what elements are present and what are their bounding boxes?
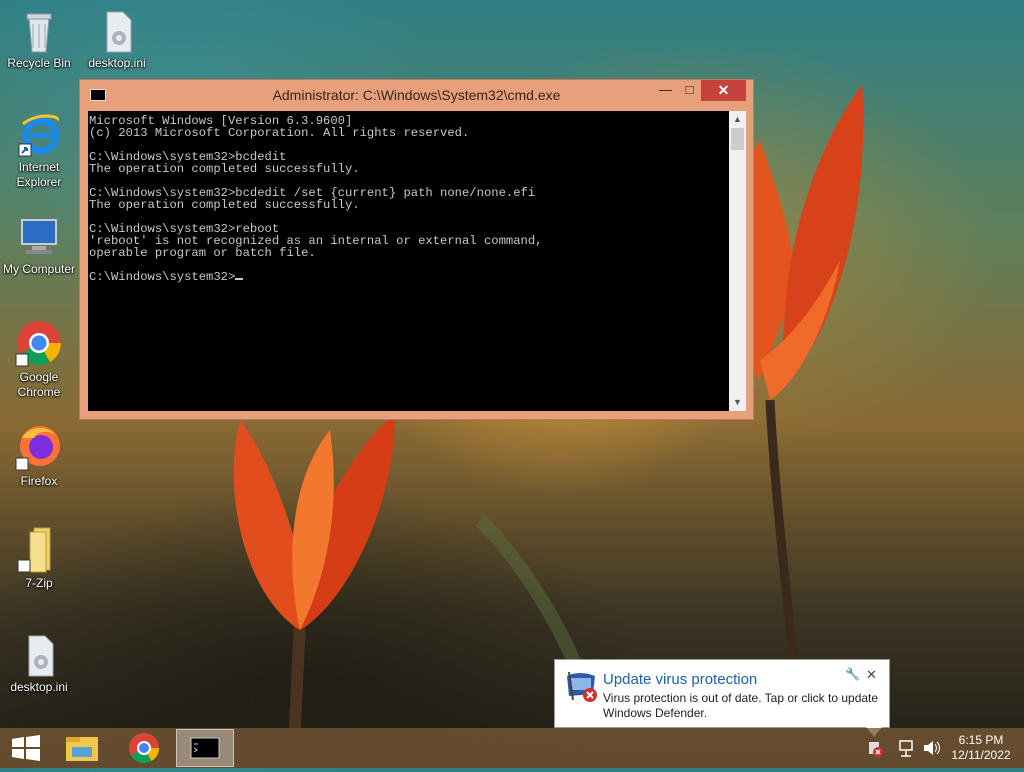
recycle-bin-icon xyxy=(26,13,52,53)
desktop-icon-google-chrome[interactable]: Google Chrome xyxy=(0,318,78,400)
vertical-scrollbar[interactable]: ▲ ▼ xyxy=(729,111,746,411)
desktop-icon-label: 7-Zip xyxy=(25,576,53,590)
desktop-icon-recycle-bin[interactable]: Recycle Bin xyxy=(0,8,78,71)
taskbar-cmd[interactable] xyxy=(176,729,234,767)
notification-message: Virus protection is out of date. Tap or … xyxy=(603,691,879,720)
notification-title: Update virus protection xyxy=(603,671,758,688)
start-button[interactable] xyxy=(0,729,56,767)
cmd-titlebar[interactable]: Administrator: C:\Windows\System32\cmd.e… xyxy=(80,80,753,110)
desktop-icon-label-line2: Chrome xyxy=(17,385,61,399)
maximize-button[interactable]: □ xyxy=(676,80,703,101)
firefox-icon xyxy=(15,426,60,471)
desktop-icon-label: Firefox xyxy=(20,474,58,488)
desktop-icon-desktop-ini-bottom[interactable]: desktop.ini xyxy=(0,632,78,695)
network-icon[interactable] xyxy=(896,728,916,768)
notification-close-button[interactable]: ✕ xyxy=(866,667,877,683)
clock-time: 6:15 PM xyxy=(958,733,1004,747)
taskbar-clock[interactable]: 6:15 PM 12/11/2022 xyxy=(946,733,1016,763)
desktop-icon-label-line1: Google xyxy=(19,370,59,384)
volume-icon[interactable] xyxy=(920,728,942,768)
desktop-icon-label-line2: Explorer xyxy=(16,175,62,189)
clock-date: 12/11/2022 xyxy=(951,748,1011,762)
internet-explorer-icon xyxy=(18,114,60,157)
defender-notification[interactable]: Update virus protection Virus protection… xyxy=(554,659,890,737)
desktop-icon-label: desktop.ini xyxy=(88,56,146,70)
close-button[interactable]: ✕ xyxy=(701,80,746,101)
minimize-button[interactable]: — xyxy=(652,80,679,101)
scroll-down-icon[interactable]: ▼ xyxy=(729,394,746,411)
desktop-icon-label-line1: Internet xyxy=(18,160,60,174)
defender-error-icon xyxy=(567,671,597,702)
taskbar-file-explorer[interactable] xyxy=(54,729,110,767)
desktop-icon-my-computer[interactable]: My Computer xyxy=(0,216,78,277)
windows-logo-icon xyxy=(12,735,40,761)
computer-icon xyxy=(21,219,57,254)
desktop-icon-label: My Computer xyxy=(2,262,76,276)
cmd-window[interactable]: Administrator: C:\Windows\System32\cmd.e… xyxy=(79,79,754,420)
settings-wrench-icon[interactable]: 🔧 xyxy=(845,667,860,681)
defender-tray-icon[interactable] xyxy=(866,728,886,768)
taskbar: 6:15 PM 12/11/2022 xyxy=(0,728,1024,768)
scroll-thumb[interactable] xyxy=(731,128,744,150)
desktop-icon-desktop-ini-top[interactable]: desktop.ini xyxy=(78,8,156,71)
cmd-icon xyxy=(190,737,220,759)
chrome-icon xyxy=(15,321,61,367)
text-cursor xyxy=(235,278,244,280)
desktop-icon-label: desktop.ini xyxy=(10,680,68,694)
settings-file-icon xyxy=(106,11,132,53)
taskbar-chrome[interactable] xyxy=(116,729,172,767)
console-text: Microsoft Windows [Version 6.3.9600] (c)… xyxy=(89,114,543,284)
chrome-icon xyxy=(129,733,159,764)
console-output[interactable]: Microsoft Windows [Version 6.3.9600] (c)… xyxy=(88,111,729,411)
scroll-up-icon[interactable]: ▲ xyxy=(729,111,746,128)
desktop-icon-internet-explorer[interactable]: Internet Explorer xyxy=(0,112,78,190)
desktop-icon-7zip[interactable]: 7-Zip xyxy=(0,526,78,591)
desktop-icon-firefox[interactable]: Firefox xyxy=(0,422,78,489)
folder-icon xyxy=(17,527,51,573)
desktop-icon-label: Recycle Bin xyxy=(7,56,71,70)
settings-file-icon xyxy=(28,635,54,677)
file-explorer-icon xyxy=(66,737,98,761)
